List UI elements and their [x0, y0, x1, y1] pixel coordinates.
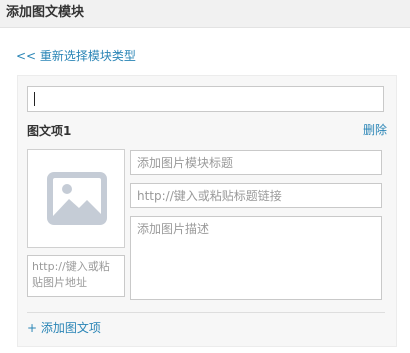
page-title: 添加图文模块 [6, 5, 85, 20]
divider [27, 312, 385, 313]
image-url-input[interactable]: http://键入或粘贴图片地址 [27, 255, 125, 297]
add-image-text-item-link[interactable]: + 添加图文项 [27, 320, 101, 336]
image-title-input[interactable]: 添加图片模块标题 [130, 150, 382, 175]
image-text-item-label: 图文项1 [27, 124, 72, 138]
delete-item-link[interactable]: 删除 [363, 122, 387, 138]
image-placeholder-icon [47, 172, 107, 225]
reselect-module-type-link[interactable]: << 重新选择模块类型 [16, 48, 136, 64]
text-caret [34, 92, 35, 106]
add-image-text-module-page: 添加图文模块 << 重新选择模块类型 图文项1 删除 http://键入或粘贴图… [0, 0, 410, 353]
image-description-textarea[interactable]: 添加图片描述 [130, 216, 382, 300]
title-link-input[interactable]: http://键入或粘贴标题链接 [130, 183, 382, 208]
header-bar: 添加图文模块 [0, 0, 410, 28]
module-title-input[interactable] [27, 86, 384, 112]
image-preview-box[interactable] [27, 149, 125, 248]
